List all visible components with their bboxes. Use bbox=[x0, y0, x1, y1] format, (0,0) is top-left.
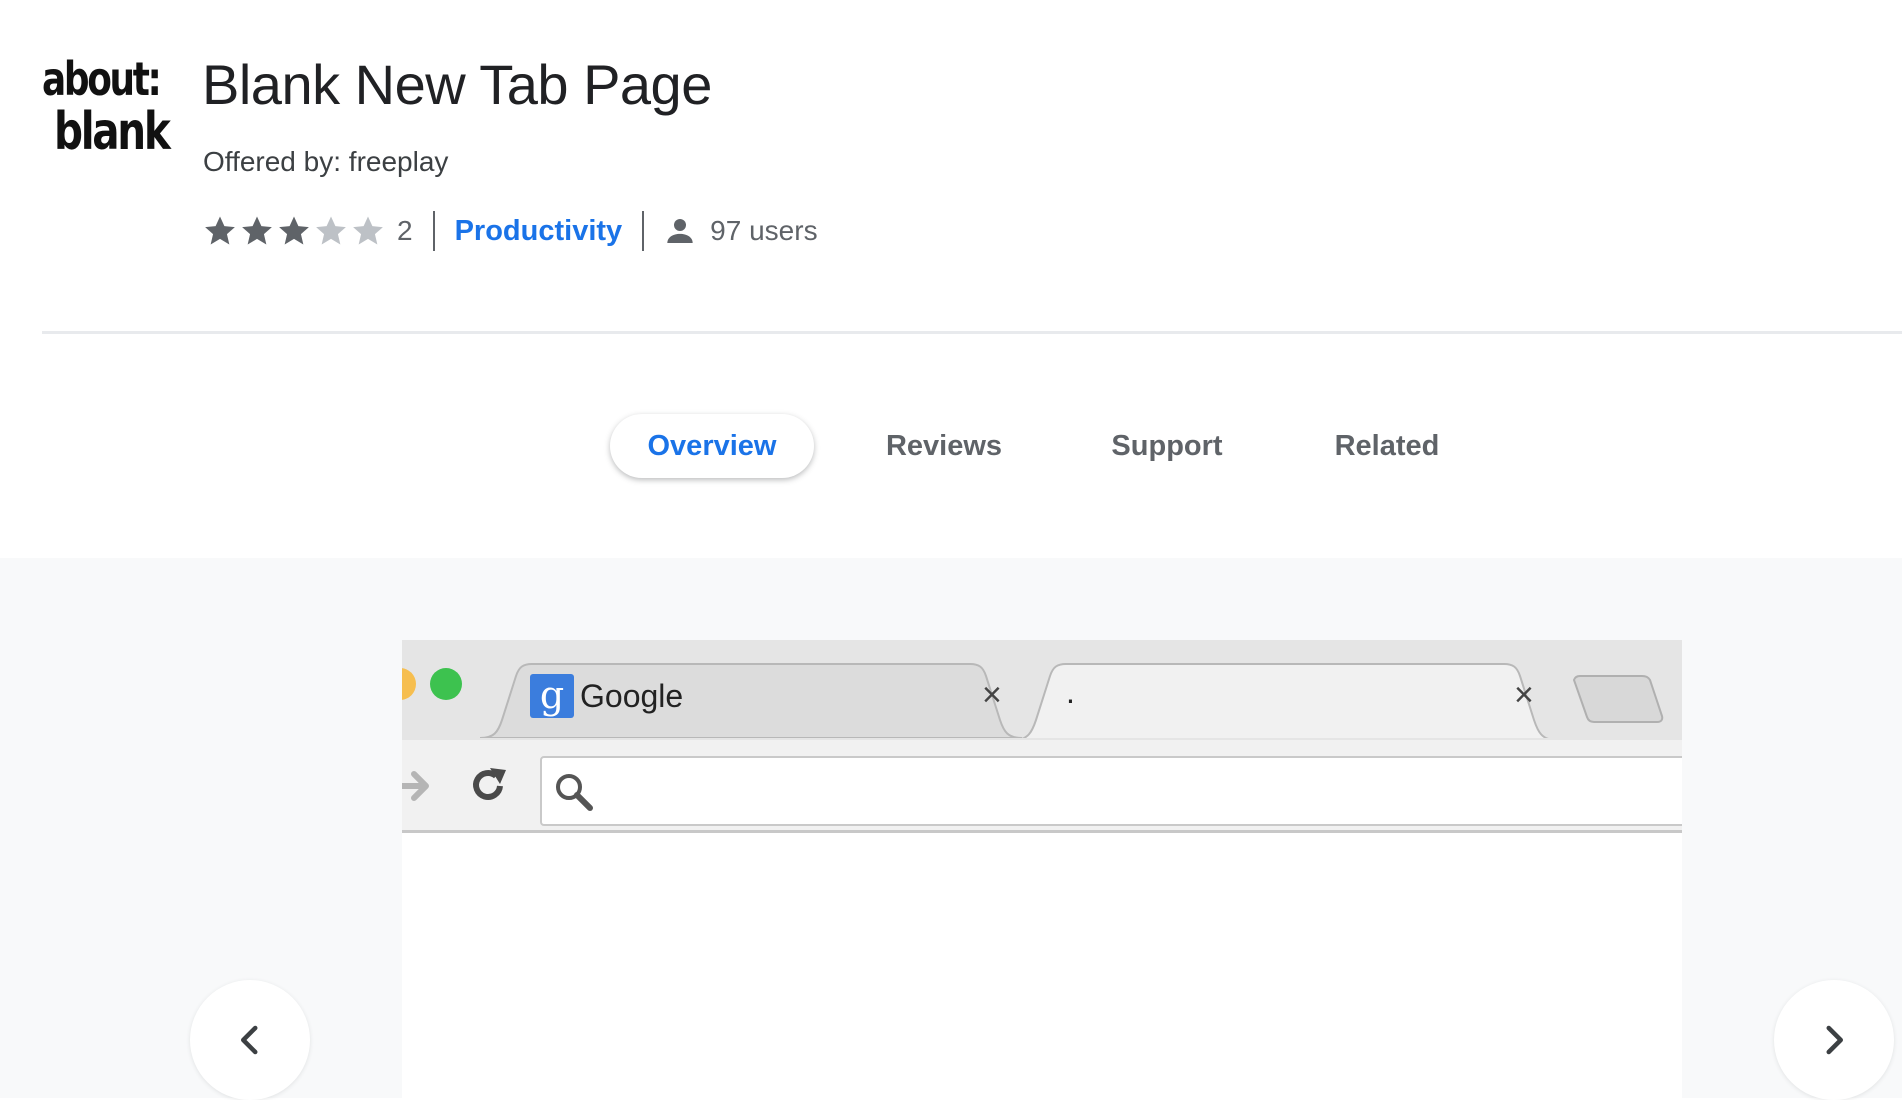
svg-text:g: g bbox=[540, 674, 564, 717]
new-tab-button bbox=[1572, 675, 1664, 723]
user-count: 97 users bbox=[710, 215, 818, 246]
tab-blank-title: . bbox=[1066, 674, 1075, 710]
extension-title: Blank New Tab Page bbox=[202, 53, 712, 116]
chevron-left-icon bbox=[241, 1025, 258, 1055]
user-icon bbox=[667, 219, 693, 243]
tab-support[interactable]: Support bbox=[1100, 414, 1234, 478]
chevron-right-icon bbox=[1826, 1025, 1843, 1055]
offered-by: Offered by: freeplay bbox=[203, 146, 449, 177]
tab-overview[interactable]: Overview bbox=[610, 414, 814, 478]
star-icon bbox=[316, 216, 346, 245]
logo-line-1: about: bbox=[42, 52, 162, 106]
close-icon: × bbox=[982, 676, 1002, 714]
star-icon bbox=[242, 216, 272, 245]
header-divider bbox=[42, 331, 1902, 334]
close-icon: × bbox=[1514, 676, 1534, 714]
extension-logo: about: blank bbox=[42, 52, 171, 162]
window-zoom-dot bbox=[430, 668, 462, 700]
browser-tab-blank bbox=[1021, 663, 1549, 738]
forward-icon bbox=[402, 771, 429, 801]
screenshot-image: g Google × . × bbox=[402, 640, 1682, 1098]
logo-line-2: blank bbox=[54, 102, 171, 162]
browser-tab-strip: g Google × . × bbox=[402, 640, 1682, 740]
star-icon bbox=[279, 216, 309, 245]
meta-separator bbox=[642, 211, 645, 251]
extension-meta: 2 Productivity 97 users bbox=[203, 208, 818, 254]
star-rating[interactable] bbox=[203, 214, 385, 248]
tab-google-title: Google bbox=[580, 678, 684, 714]
browser-toolbar bbox=[402, 740, 1682, 833]
tab-reviews[interactable]: Reviews bbox=[874, 414, 1014, 478]
google-icon: g bbox=[530, 674, 574, 718]
category-link[interactable]: Productivity bbox=[455, 215, 623, 248]
rating-count[interactable]: 2 bbox=[397, 215, 413, 247]
meta-separator bbox=[432, 211, 435, 251]
tab-related[interactable]: Related bbox=[1320, 414, 1454, 478]
address-bar bbox=[540, 756, 1682, 826]
screenshot-gallery: g Google × . × bbox=[0, 558, 1902, 1100]
previous-screenshot-button[interactable] bbox=[190, 980, 310, 1100]
search-icon bbox=[556, 774, 593, 811]
window-minimize-dot bbox=[402, 668, 416, 700]
star-icon bbox=[353, 216, 383, 245]
detail-tabs: Overview Reviews Support Related bbox=[0, 414, 1902, 484]
next-screenshot-button[interactable] bbox=[1774, 980, 1894, 1100]
star-icon bbox=[205, 216, 235, 245]
reload-icon bbox=[473, 768, 506, 800]
